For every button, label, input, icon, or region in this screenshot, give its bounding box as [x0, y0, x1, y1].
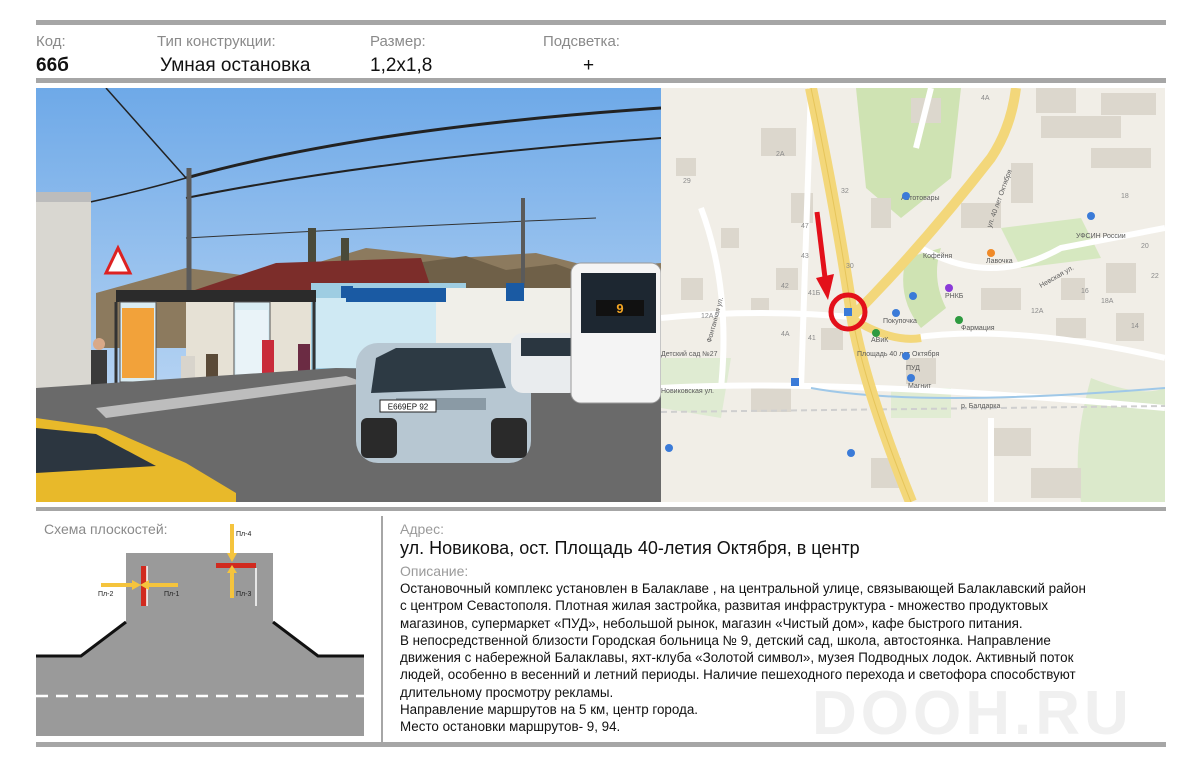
map-house-number: 12А: [1031, 308, 1044, 315]
poi-icon: [909, 292, 917, 300]
bus-stop-icon: [791, 378, 799, 386]
map-label-magnit: Магнит: [908, 383, 932, 390]
description-line: движения с набережной Балаклавы, яхт-клу…: [400, 650, 1074, 666]
plane-label-3: Пл-3: [236, 591, 251, 598]
map-house-number: 29: [683, 178, 691, 185]
map-label-pokupochka: Покупочка: [883, 318, 917, 325]
description-line: В непосредственной близости Городская бо…: [400, 632, 1051, 648]
middle-separator: [36, 507, 1166, 511]
code-label: Код:: [36, 33, 66, 50]
plane-4: [216, 563, 256, 568]
poi-icon: [847, 449, 855, 457]
map-house-number: 2А: [776, 151, 785, 158]
poi-icon: [872, 329, 880, 337]
map-house-number: 4А: [981, 95, 990, 102]
map-house-number: 30: [846, 263, 854, 270]
description-line: длительному просмотру рекламы.: [400, 684, 614, 700]
poi-icon: [987, 249, 995, 257]
poi-icon: [907, 374, 915, 382]
car-plate: Е669ЕР 92: [388, 403, 429, 412]
poi-icon: [665, 444, 673, 452]
map-label-rnkb: РНКБ: [945, 293, 964, 300]
poi-icon: [945, 284, 953, 292]
map-house-number: 18А: [1101, 298, 1114, 305]
map-label-kofeinya: Кофейня: [923, 252, 952, 260]
poi-icon: [1087, 212, 1095, 220]
header-separator: [36, 78, 1166, 83]
code-value: 66б: [36, 55, 69, 76]
map-house-number: 14: [1131, 323, 1139, 330]
map-house-number: 47: [801, 223, 809, 230]
lighting-label: Подсветка:: [543, 33, 620, 50]
map-house-number: 41: [808, 335, 816, 342]
map-house-number: 43: [801, 253, 809, 260]
map-house-number: 4А: [781, 331, 790, 338]
map-house-number: 20: [1141, 243, 1149, 250]
location-map: ул. 40 лет Октября Площадь 40 лет Октябр…: [661, 88, 1165, 502]
plane-label-1: Пл-1: [164, 591, 179, 598]
map-label-novikova: Новиковская ул.: [661, 388, 714, 395]
map-label-avik: АВиК: [871, 337, 889, 344]
bus-route-number: 9: [616, 301, 623, 316]
map-house-number: 16: [1081, 288, 1089, 295]
description-line: Направление маршрутов на 5 км, центр гор…: [400, 702, 698, 718]
map-label-square: Площадь 40 лет Октября: [857, 350, 939, 358]
description-line: людей, особенно в весенний и летний пери…: [400, 667, 1076, 683]
lighting-value: +: [583, 55, 595, 76]
map-house-number: 42: [781, 283, 789, 290]
map-house-number: 41Б: [808, 290, 821, 297]
map-house-number: 22: [1151, 273, 1159, 280]
description-label: Описание:: [400, 563, 469, 579]
description-line: Остановочный комплекс установлен в Балак…: [400, 581, 1086, 596]
plane-label-4: Пл-4: [236, 531, 251, 538]
description-line: Место остановки маршрутов- 9, 94.: [400, 719, 621, 735]
poi-icon: [955, 316, 963, 324]
map-label-river: р. Балдарка: [961, 403, 1000, 410]
plane-scheme: Пл-1 Пл-2 Пл-3 Пл-4: [36, 516, 381, 742]
map-house-number: 32: [841, 188, 849, 195]
map-house-number: 18: [1121, 193, 1129, 200]
map-label-farmaciya: Фармация: [961, 325, 995, 332]
address-value: ул. Новикова, ост. Площадь 40-летия Октя…: [400, 538, 860, 558]
plane-label-2: Пл-2: [98, 591, 113, 598]
top-separator: [36, 20, 1166, 25]
map-label-lavochka: Лавочка: [986, 258, 1013, 265]
vertical-separator: [381, 516, 383, 742]
type-label: Тип конструкции:: [157, 33, 276, 50]
type-value: Умная остановка: [160, 55, 311, 76]
size-label: Размер:: [370, 33, 426, 50]
description-line: магазинов, супермаркет «ПУД», небольшой …: [400, 615, 1023, 631]
map-label-detsad: Детский сад №27: [661, 350, 718, 358]
map-label-ufsin: УФСИН России: [1076, 233, 1126, 240]
description-text: Остановочный комплекс установлен в Балак…: [400, 580, 1170, 736]
address-label: Адрес:: [400, 521, 444, 537]
map-label-pud: ПУД: [906, 365, 920, 372]
map-house-number: 12А: [701, 313, 714, 320]
poi-icon: [892, 309, 900, 317]
poi-icon: [902, 352, 910, 360]
description-line: с центром Севастополя. Плотная жилая зас…: [400, 598, 1049, 614]
size-value: 1,2х1,8: [370, 55, 433, 76]
poi-icon: [902, 192, 910, 200]
location-photo: Е669ЕР 92 9: [36, 88, 661, 502]
